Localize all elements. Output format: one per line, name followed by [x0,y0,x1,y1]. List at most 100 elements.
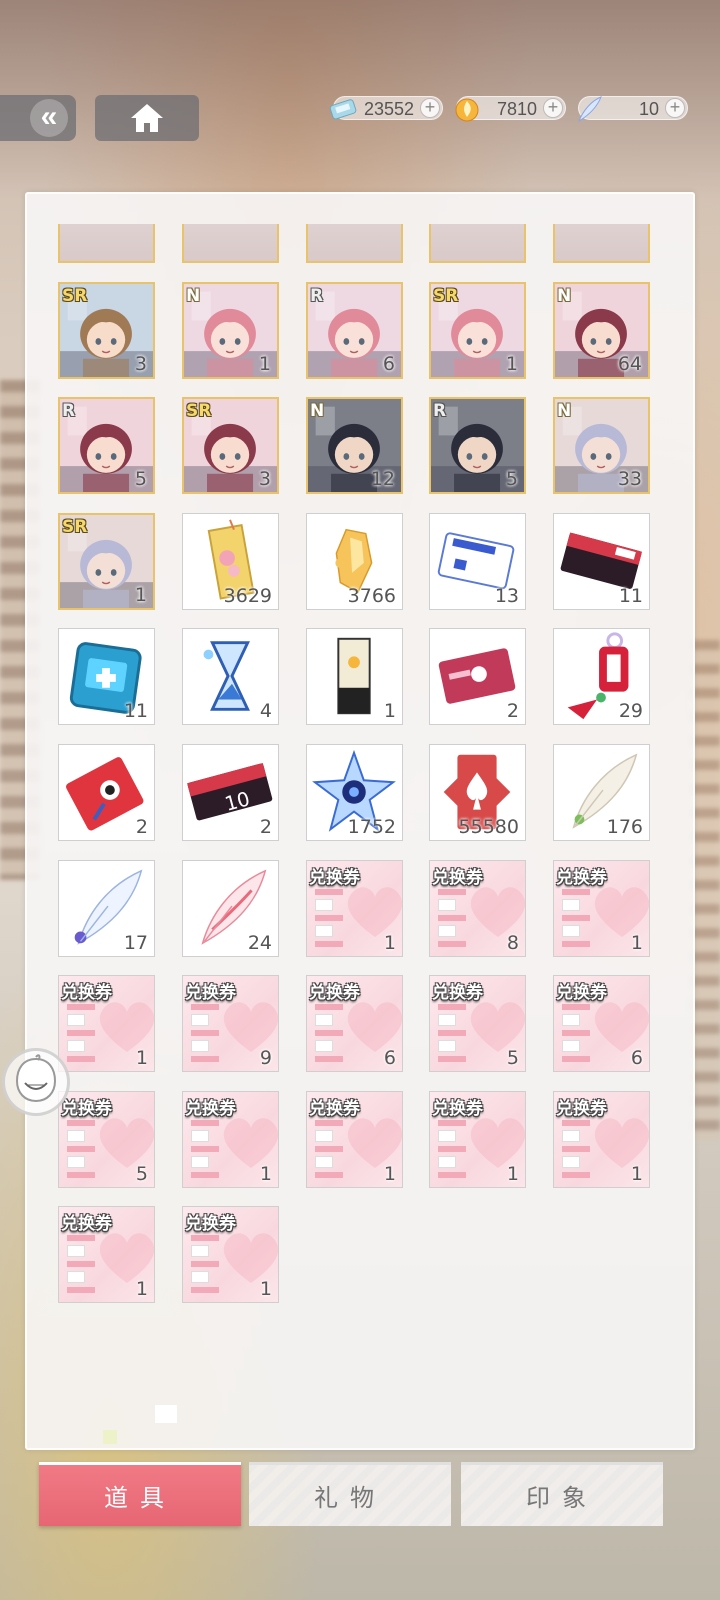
inventory-item[interactable]: 10 2 [182,744,279,841]
assistant-float-button[interactable] [2,1048,70,1116]
double-chevron-left-icon: « [30,99,68,137]
ticket-label: 兑换券 [185,1214,236,1234]
item-count: 4 [259,700,272,723]
item-count: 3629 [223,584,272,607]
tab-gifts[interactable]: 礼物 [249,1462,451,1526]
rarity-badge: R [433,401,447,422]
exchange-ticket-item[interactable]: 兑换券 1 [58,975,155,1073]
inventory-grid[interactable]: SR 3 N1 R6 SR 1 N 64 R 5 SR 3 N 12 R 5 N… [27,224,693,1448]
inventory-item[interactable]: 1752 [306,744,403,841]
card-item[interactable]: SR 3 [182,397,279,495]
card-item[interactable]: R5 [429,397,526,495]
inventory-item[interactable]: 17 [58,859,155,957]
card-item-partial[interactable] [58,224,155,263]
add-currency-button[interactable]: + [543,98,563,118]
card-item[interactable]: N 12 [306,397,403,495]
item-count: 5 [135,1162,148,1185]
item-count: 6 [630,1047,643,1070]
ticket-list-graphic [191,1000,251,1066]
card-item[interactable]: SR 1 [429,281,526,379]
add-currency-button[interactable]: + [420,98,440,118]
inventory-item[interactable]: 55580 [429,744,526,841]
exchange-ticket-item[interactable]: 兑换券 5 [429,975,526,1073]
exchange-ticket-item[interactable]: 兑换券 1 [182,1090,279,1188]
card-item-partial[interactable] [553,224,650,263]
item-count: 176 [606,816,643,838]
home-button[interactable] [95,95,199,141]
rarity-badge: N [310,401,325,422]
item-count: 1 [135,1047,148,1070]
ticket-list-graphic [67,1000,127,1066]
item-count: 1 [259,1278,272,1301]
exchange-ticket-item[interactable]: 兑换券 1 [306,859,403,957]
exchange-ticket-item[interactable]: 兑换券 6 [306,975,403,1073]
inventory-item[interactable]: 3766 [306,512,403,610]
exchange-ticket-item[interactable]: 兑换券 1 [553,1090,650,1188]
item-count: 1 [383,1162,396,1185]
back-button[interactable]: « [0,95,76,141]
card-item[interactable]: R6 [306,281,403,379]
card-item[interactable]: N 64 [553,281,650,379]
ghost-icon [15,1054,57,1103]
item-count: 5 [505,468,518,491]
item-count: 1 [630,1162,643,1185]
card-item[interactable]: SR 1 [58,512,155,610]
inventory-item[interactable]: 1 [306,628,403,726]
card-item-partial[interactable] [429,224,526,263]
inventory-item[interactable]: 13 [429,512,526,610]
ticket-list-graphic [191,1231,251,1297]
ticket-list-graphic [438,885,498,951]
item-count: 1 [135,1278,148,1301]
inventory-item[interactable]: 11 [58,628,155,726]
fire-orb-icon [455,98,479,122]
exchange-ticket-item[interactable]: 兑换券 1 [306,1090,403,1188]
item-count: 3 [134,352,147,375]
item-count: 11 [618,584,643,607]
rarity-badge: SR [62,285,88,306]
exchange-ticket-item[interactable]: 兑换券 9 [182,975,279,1073]
scroll-indicator [155,1405,177,1423]
inventory-item[interactable]: 176 [553,744,650,841]
item-count: 1 [630,931,643,954]
exchange-ticket-item[interactable]: 兑换券 1 [182,1206,279,1304]
item-count: 5 [134,468,147,491]
item-count: 12 [370,468,395,491]
card-item[interactable]: N1 [182,281,279,379]
card-item-partial[interactable] [182,224,279,263]
rarity-badge: SR [433,285,459,306]
ticket-list-graphic [315,1116,375,1182]
rarity-badge: N [557,285,572,306]
exchange-ticket-item[interactable]: 兑换券 6 [553,975,650,1073]
inventory-item[interactable]: 3629 [182,512,279,610]
inventory-item[interactable]: 2 [429,628,526,726]
tab-label: 礼物 [314,1485,386,1512]
exchange-ticket-item[interactable]: 兑换券 5 [58,1090,155,1188]
card-item-partial[interactable] [306,224,403,263]
ticket-label: 兑换券 [556,1098,607,1118]
item-count: 24 [247,931,272,954]
exchange-ticket-item[interactable]: 兑换券 1 [429,1090,526,1188]
currency-value: 23552 [363,99,414,119]
exchange-ticket-item[interactable]: 兑换券 1 [58,1206,155,1304]
item-count: 1 [259,1162,272,1185]
card-item[interactable]: R5 [58,397,155,495]
card-item[interactable]: SR 3 [58,281,155,379]
inventory-item[interactable]: 29 [553,628,650,726]
ticket-label: 兑换券 [185,1098,236,1118]
exchange-ticket-item[interactable]: 兑换券 1 [553,859,650,957]
tab-items[interactable]: 道具 [39,1462,241,1526]
card-item[interactable]: N 33 [553,397,650,495]
item-count: 2 [135,816,148,838]
inventory-item[interactable]: 2 [58,744,155,841]
rarity-badge: R [62,401,76,422]
inventory-item[interactable]: 24 [182,859,279,957]
tab-impressions[interactable]: 印象 [461,1462,663,1526]
ticket-list-graphic [67,1116,127,1182]
ticket-label: 兑换券 [309,867,360,887]
add-currency-button[interactable]: + [665,98,685,118]
item-count: 1 [383,931,396,954]
inventory-item[interactable]: 4 [182,628,279,726]
exchange-ticket-item[interactable]: 兑换券 8 [429,859,526,957]
inventory-item[interactable]: 11 [553,512,650,610]
item-count: 6 [383,1047,396,1070]
